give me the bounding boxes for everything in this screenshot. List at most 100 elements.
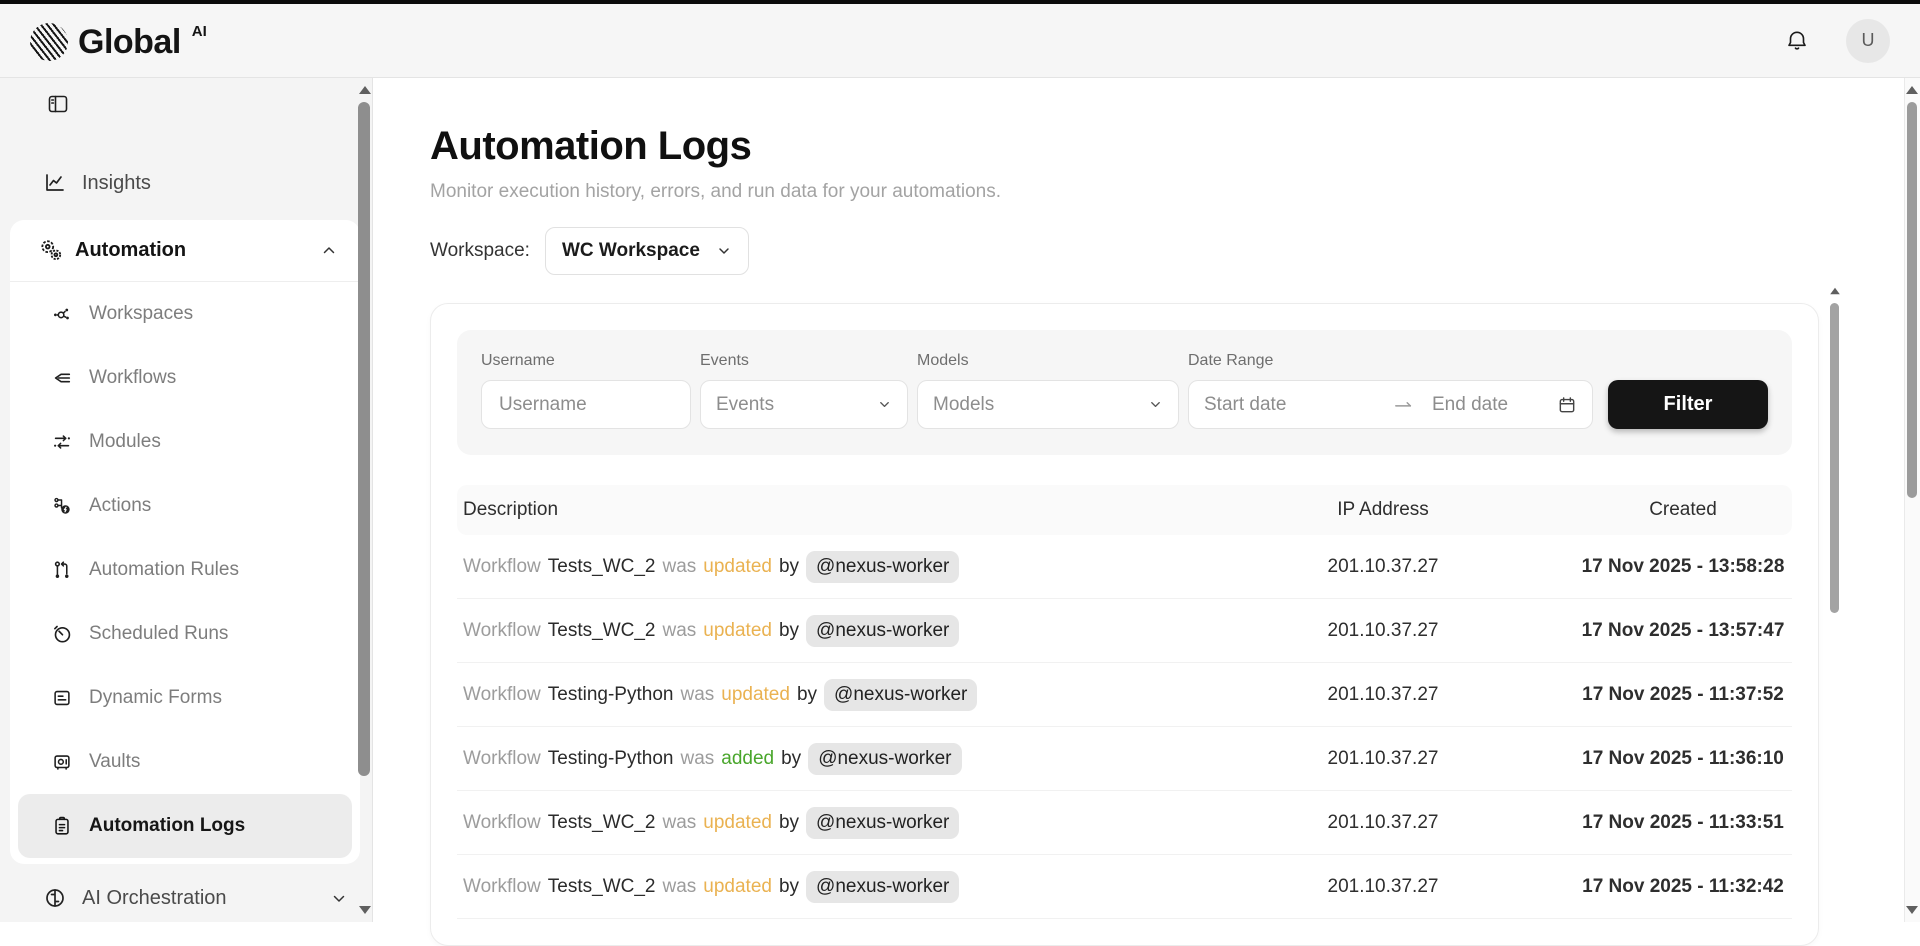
sidebar-item-dynamic-forms[interactable]: Dynamic Forms (18, 666, 352, 730)
workspaces-icon (51, 303, 73, 325)
modules-icon (51, 431, 73, 453)
table-row: Workflow Testing-Python was added by @ne… (457, 727, 1792, 791)
sidebar-item-label: Actions (89, 495, 151, 517)
sidebar-item-workflows[interactable]: Workflows (18, 346, 352, 410)
sidebar-item-actions[interactable]: Actions (18, 474, 352, 538)
chevron-up-icon (320, 242, 338, 260)
sidebar-item-insights[interactable]: Insights (0, 154, 372, 212)
sidebar-item-label: Workspaces (89, 303, 193, 325)
table-row: Workflow Testing-Python was updated by @… (457, 663, 1792, 727)
log-created: 17 Nov 2025 - 11:36:10 (1574, 748, 1792, 770)
filter-panel: Username Events Events Models (457, 330, 1792, 455)
sidebar-item-vaults[interactable]: Vaults (18, 730, 352, 794)
desc-by: by (781, 748, 801, 770)
log-ip: 201.10.37.27 (1192, 748, 1574, 770)
sidebar-item-label: Vaults (89, 751, 140, 773)
desc-verb: was (662, 876, 696, 898)
table-row: Workflow Tests_WC_2 was updated by @nexu… (457, 855, 1792, 919)
username-input-wrap (481, 380, 691, 429)
events-select[interactable]: Events (700, 380, 908, 429)
log-description: Workflow Testing-Python was added by @ne… (457, 743, 1192, 775)
models-select[interactable]: Models (917, 380, 1179, 429)
sidebar-item-automation-logs[interactable]: Automation Logs (18, 794, 352, 858)
user-pill: @nexus-worker (806, 615, 959, 647)
chevron-down-icon (1148, 397, 1163, 412)
desc-action: updated (721, 684, 790, 706)
log-ip: 201.10.37.27 (1192, 812, 1574, 834)
table-row: Workflow Tests_WC_2 was updated by @nexu… (457, 599, 1792, 663)
sidebar-scroll-up-arrow[interactable] (359, 86, 371, 94)
log-created: 17 Nov 2025 - 11:32:42 (1574, 876, 1792, 898)
username-input[interactable] (497, 381, 675, 428)
desc-verb: was (662, 812, 696, 834)
desc-workflow-name: Tests_WC_2 (548, 620, 656, 642)
desc-by: by (779, 876, 799, 898)
brand-logo: Global AI (30, 21, 207, 61)
sidebar-item-label: AI Orchestration (82, 887, 227, 910)
sidebar-scrollbar-thumb[interactable] (358, 102, 370, 776)
automation-rules-icon (51, 559, 73, 581)
log-created: 17 Nov 2025 - 13:57:47 (1574, 620, 1792, 642)
chevron-down-icon (877, 397, 892, 412)
sidebar-item-modules[interactable]: Modules (18, 410, 352, 474)
calendar-icon[interactable] (1557, 395, 1577, 415)
user-pill: @nexus-worker (806, 807, 959, 839)
desc-workflow-name: Tests_WC_2 (548, 556, 656, 578)
desc-action: added (721, 748, 774, 770)
desc-by: by (779, 556, 799, 578)
desc-verb: was (662, 620, 696, 642)
desc-workflow-name: Tests_WC_2 (548, 876, 656, 898)
automation-logs-icon (51, 815, 73, 837)
desc-by: by (779, 620, 799, 642)
bell-icon[interactable] (1784, 28, 1810, 54)
desc-workflow-name: Testing-Python (548, 684, 674, 706)
sidebar-item-label: Automation (75, 239, 186, 262)
sidebar-item-label: Automation Logs (89, 815, 245, 837)
date-range-input[interactable]: Start date End date (1188, 380, 1593, 429)
sidebar-nav: Insights Automation (0, 154, 372, 924)
desc-prefix: Workflow (463, 684, 541, 706)
models-filter-label: Models (917, 352, 1179, 370)
column-created: Created (1574, 499, 1792, 521)
desc-action: updated (703, 812, 772, 834)
log-ip: 201.10.37.27 (1192, 876, 1574, 898)
sidebar-group-automation: Automation Wo (10, 220, 360, 864)
desc-prefix: Workflow (463, 620, 541, 642)
sidebar-item-label: Dynamic Forms (89, 687, 222, 709)
window-scrollbar-thumb[interactable] (1907, 102, 1917, 498)
desc-workflow-name: Tests_WC_2 (548, 812, 656, 834)
sidebar-toggle-icon[interactable] (46, 92, 372, 116)
actions-icon (51, 495, 73, 517)
workspace-select-value: WC Workspace (562, 240, 700, 262)
desc-action: updated (703, 620, 772, 642)
log-description: Workflow Testing-Python was updated by @… (457, 679, 1192, 711)
sidebar-item-scheduled-runs[interactable]: Scheduled Runs (18, 602, 352, 666)
workspace-select[interactable]: WC Workspace (545, 227, 749, 275)
window-scroll-up-arrow[interactable] (1906, 86, 1918, 94)
sidebar-item-automation-rules[interactable]: Automation Rules (18, 538, 352, 602)
avatar[interactable]: U (1846, 19, 1890, 63)
window-scroll-down-arrow[interactable] (1906, 906, 1918, 914)
sidebar-item-automation[interactable]: Automation (10, 220, 360, 282)
scheduled-runs-icon (51, 623, 73, 645)
sidebar-item-label: Modules (89, 431, 161, 453)
log-ip: 201.10.37.27 (1192, 684, 1574, 706)
content-scroll-up-arrow[interactable] (1830, 288, 1840, 294)
events-filter-label: Events (700, 352, 908, 370)
sidebar: Insights Automation (0, 78, 373, 922)
logs-card: Username Events Events Models (430, 303, 1819, 946)
workflows-icon (51, 367, 73, 389)
user-pill: @nexus-worker (806, 551, 959, 583)
filter-button[interactable]: Filter (1608, 380, 1768, 429)
user-pill: @nexus-worker (824, 679, 977, 711)
content-scrollbar-thumb[interactable] (1830, 303, 1839, 613)
sidebar-item-ai-orchestration[interactable]: AI Orchestration (0, 872, 372, 924)
main-content: Automation Logs Monitor execution histor… (373, 78, 1920, 922)
sidebar-item-workspaces[interactable]: Workspaces (18, 282, 352, 346)
desc-action: updated (703, 876, 772, 898)
table-row: Workflow Tests_WC_2 was updated by @nexu… (457, 791, 1792, 855)
events-select-placeholder: Events (716, 394, 774, 416)
sidebar-scroll-down-arrow[interactable] (359, 906, 371, 914)
desc-prefix: Workflow (463, 876, 541, 898)
desc-prefix: Workflow (463, 812, 541, 834)
